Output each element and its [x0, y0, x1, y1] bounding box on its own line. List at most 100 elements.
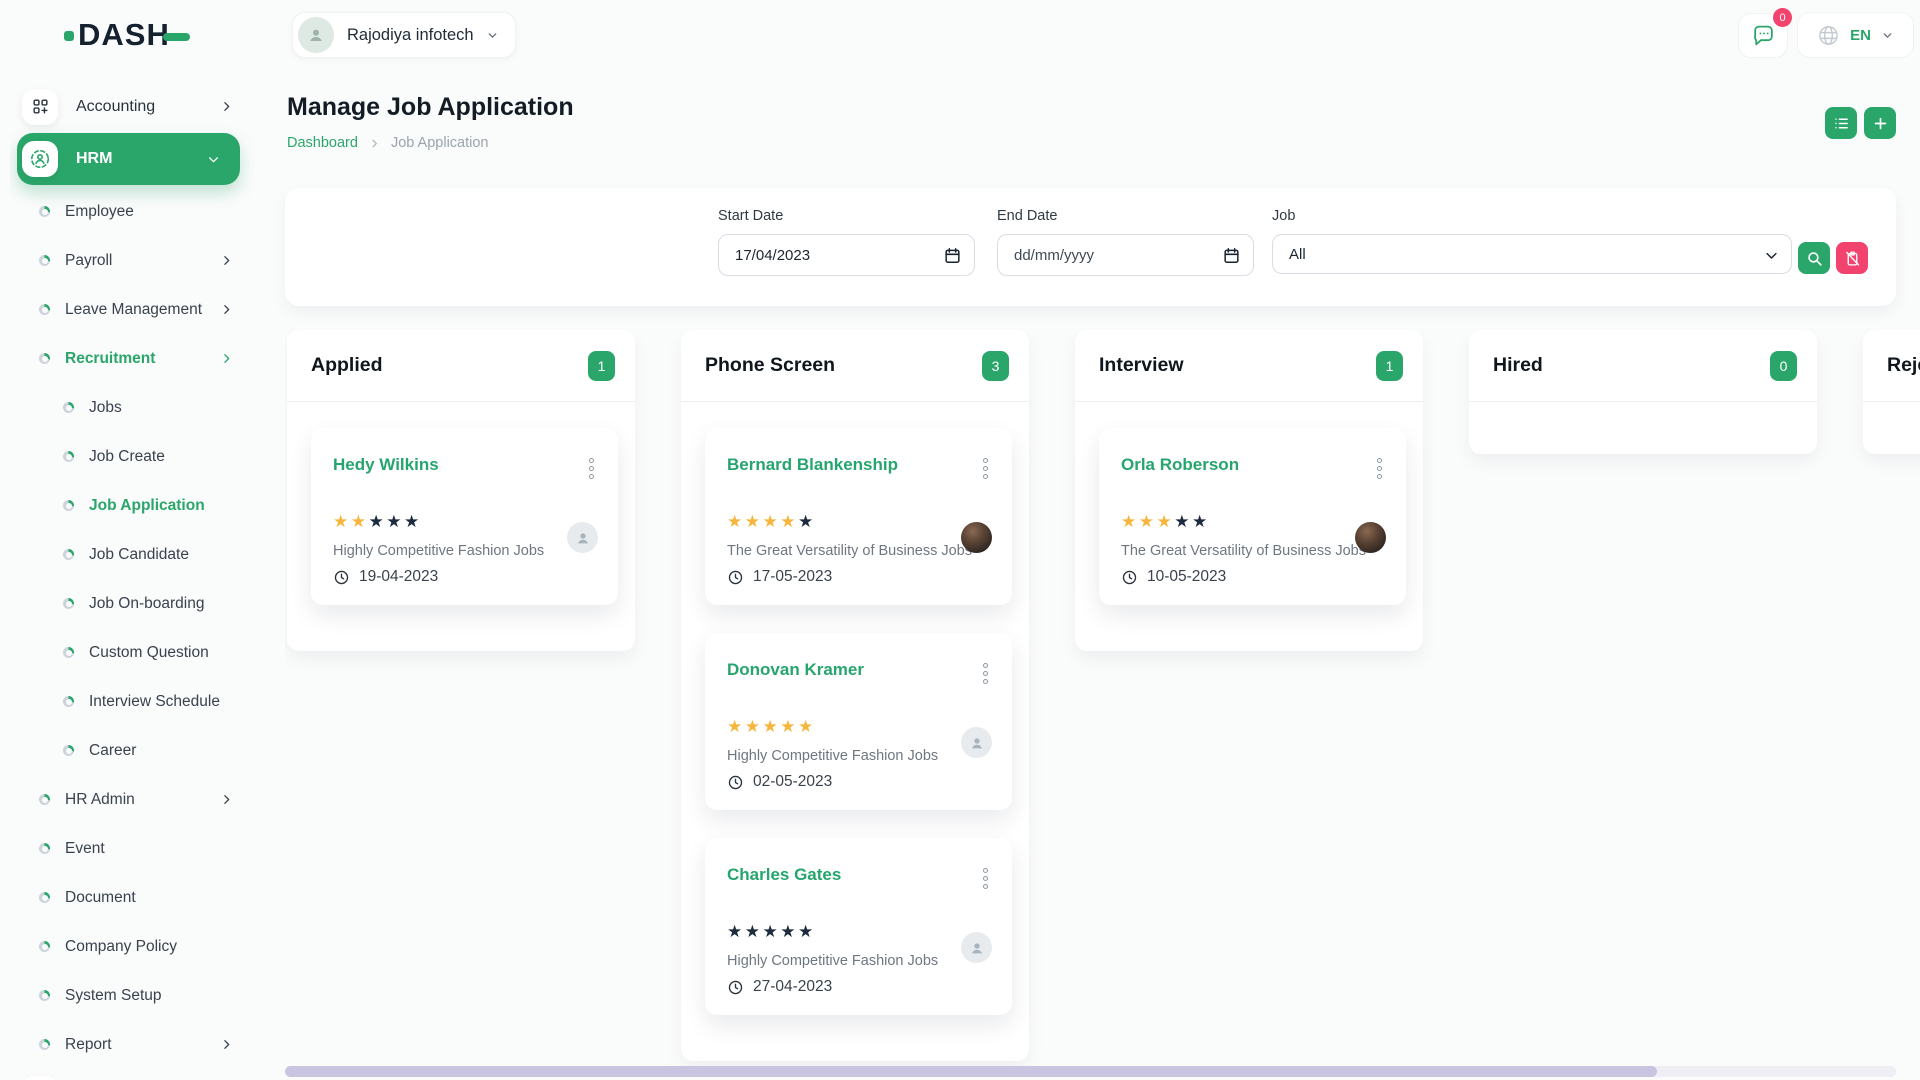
column-title: Phone Screen — [705, 354, 835, 377]
kebab-menu-icon[interactable] — [1375, 455, 1384, 482]
sidebar-item-report[interactable]: Report — [10, 1020, 255, 1069]
applied-date: 19-04-2023 — [359, 568, 438, 586]
application-card[interactable]: Orla Roberson★★★★★The Great Versatility … — [1099, 428, 1406, 605]
application-card[interactable]: Charles Gates★★★★★Highly Competitive Fas… — [705, 838, 1012, 1015]
page-actions — [1825, 107, 1896, 139]
candidate-name-link[interactable]: Hedy Wilkins — [333, 455, 439, 475]
chat-icon — [1751, 23, 1776, 48]
sidebar-item-label: Job Create — [89, 448, 165, 466]
kanban-column-applied: Applied1Hedy Wilkins★★★★★Highly Competit… — [287, 330, 635, 651]
kanban-column-phone-screen: Phone Screen3Bernard Blankenship★★★★★The… — [681, 330, 1029, 1061]
sidebar-item-document[interactable]: Document — [10, 873, 255, 922]
sidebar-item-custom-field[interactable]: Custom Field — [10, 1069, 255, 1080]
column-count-badge: 0 — [1770, 351, 1797, 381]
end-date-input[interactable] — [998, 235, 1253, 275]
custom-field-icon — [22, 1076, 58, 1080]
workspace-name: Rajodiya infotech — [347, 26, 474, 45]
candidate-name-link[interactable]: Orla Roberson — [1121, 455, 1239, 475]
star-icon: ★ — [763, 512, 781, 531]
application-card[interactable]: Bernard Blankenship★★★★★The Great Versat… — [705, 428, 1012, 605]
kanban-column-rejected: Rejected — [1863, 330, 1920, 454]
candidate-placeholder-avatar — [567, 522, 598, 553]
breadcrumb-current: Job Application — [391, 135, 489, 151]
kanban-board: Applied1Hedy Wilkins★★★★★Highly Competit… — [285, 330, 1920, 1066]
chevron-down-icon — [207, 153, 220, 166]
column-header: Rejected — [1863, 330, 1920, 402]
add-application-button[interactable] — [1864, 107, 1896, 139]
sidebar-item-label: Jobs — [89, 399, 122, 417]
horizontal-scrollbar-track[interactable] — [285, 1066, 1896, 1077]
sidebar-item-label: Job On-boarding — [89, 595, 204, 613]
sidebar-item-job-application[interactable]: Job Application — [10, 481, 255, 530]
person-icon — [307, 26, 325, 44]
sidebar-item-job-candidate[interactable]: Job Candidate — [10, 530, 255, 579]
application-card[interactable]: Hedy Wilkins★★★★★Highly Competitive Fash… — [311, 428, 618, 605]
sidebar-item-label: Payroll — [65, 252, 112, 270]
star-icon: ★ — [798, 922, 816, 941]
sidebar-item-recruitment[interactable]: Recruitment — [10, 334, 255, 383]
star-icon: ★ — [780, 922, 798, 941]
reset-filter-button[interactable] — [1836, 242, 1868, 274]
sidebar-item-custom-question[interactable]: Custom Question — [10, 628, 255, 677]
job-label: Job — [1272, 208, 1792, 224]
list-view-button[interactable] — [1825, 107, 1857, 139]
job-select[interactable]: All — [1272, 234, 1792, 274]
chevron-right-icon — [220, 793, 233, 806]
star-icon: ★ — [763, 922, 781, 941]
sidebar-item-label: Employee — [65, 203, 134, 221]
application-card[interactable]: Donovan Kramer★★★★★Highly Competitive Fa… — [705, 633, 1012, 810]
column-count-badge: 3 — [982, 351, 1009, 381]
sidebar-item-job-create[interactable]: Job Create — [10, 432, 255, 481]
kebab-menu-icon[interactable] — [587, 455, 596, 482]
messages-button[interactable]: 0 — [1738, 13, 1788, 58]
horizontal-scrollbar-thumb[interactable] — [285, 1066, 1657, 1077]
sidebar-item-job-on-boarding[interactable]: Job On-boarding — [10, 579, 255, 628]
sidebar-item-interview-schedule[interactable]: Interview Schedule — [10, 677, 255, 726]
accounting-grid-icon — [22, 89, 58, 125]
bullet-icon — [39, 304, 50, 315]
sidebar-item-company-policy[interactable]: Company Policy — [10, 922, 255, 971]
kanban-column-hired: Hired0 — [1469, 330, 1817, 454]
start-date-input[interactable] — [719, 235, 974, 275]
sidebar-item-career[interactable]: Career — [10, 726, 255, 775]
sidebar-item-employee[interactable]: Employee — [10, 187, 255, 236]
bullet-icon — [63, 549, 74, 560]
candidate-name-link[interactable]: Bernard Blankenship — [727, 455, 898, 475]
kebab-menu-icon[interactable] — [981, 455, 990, 482]
language-selector[interactable]: EN — [1797, 12, 1914, 58]
star-icon: ★ — [404, 512, 422, 531]
sidebar-item-accounting[interactable]: Accounting — [10, 82, 255, 131]
sidebar-item-jobs[interactable]: Jobs — [10, 383, 255, 432]
sidebar-item-label: Leave Management — [65, 301, 202, 319]
candidate-name-link[interactable]: Charles Gates — [727, 865, 841, 885]
star-icon: ★ — [727, 922, 745, 941]
search-button[interactable] — [1798, 242, 1830, 274]
bullet-icon — [63, 500, 74, 511]
workspace-selector[interactable]: Rajodiya infotech — [292, 12, 516, 58]
breadcrumb-dashboard-link[interactable]: Dashboard — [287, 135, 358, 151]
sidebar-item-payroll[interactable]: Payroll — [10, 236, 255, 285]
kebab-menu-icon[interactable] — [981, 660, 990, 687]
kebab-menu-icon[interactable] — [981, 865, 990, 892]
sidebar-item-leave-management[interactable]: Leave Management — [10, 285, 255, 334]
applied-date-row: 27-04-2023 — [727, 978, 990, 996]
applied-date: 10-05-2023 — [1147, 568, 1226, 586]
star-icon: ★ — [745, 922, 763, 941]
chevron-right-icon — [220, 1038, 233, 1051]
sidebar-item-system-setup[interactable]: System Setup — [10, 971, 255, 1020]
star-icon: ★ — [798, 717, 816, 736]
rating-stars: ★★★★★ — [727, 923, 990, 941]
bullet-icon — [63, 647, 74, 658]
candidate-name-link[interactable]: Donovan Kramer — [727, 660, 864, 680]
column-header: Phone Screen 3 — [681, 330, 1029, 402]
bullet-icon — [63, 402, 74, 413]
sidebar-item-hr-admin[interactable]: HR Admin — [10, 775, 255, 824]
column-count-badge: 1 — [588, 351, 615, 381]
column-body: Bernard Blankenship★★★★★The Great Versat… — [681, 402, 1029, 1061]
clock-icon — [1121, 569, 1138, 586]
list-view-icon — [1833, 115, 1850, 132]
sidebar-item-hrm[interactable]: HRM — [17, 133, 240, 185]
clock-icon — [727, 569, 744, 586]
sidebar-item-event[interactable]: Event — [10, 824, 255, 873]
bullet-icon — [39, 353, 50, 364]
